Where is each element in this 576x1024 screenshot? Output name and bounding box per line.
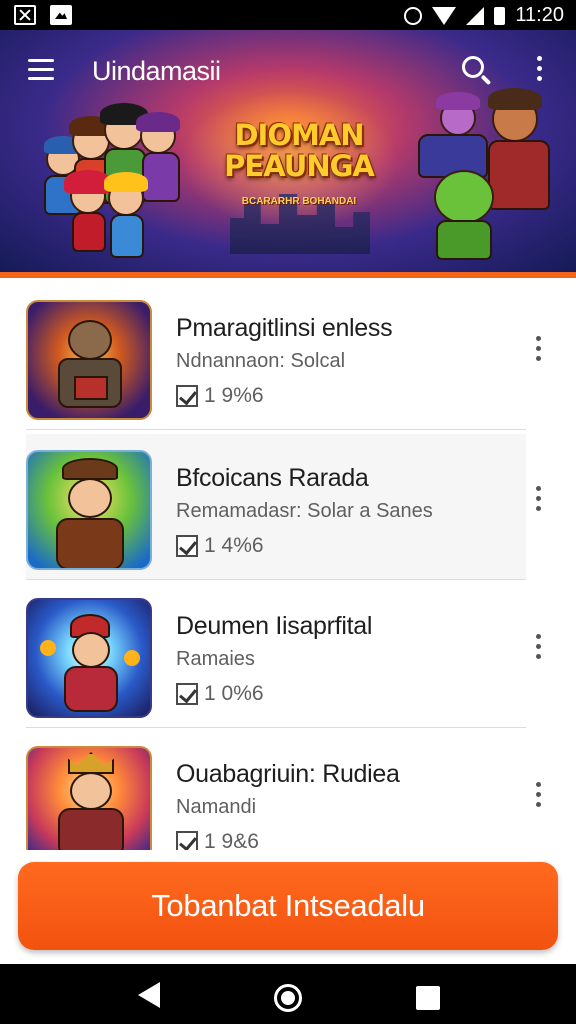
list-item-count: 1 4%6 [176, 534, 264, 558]
game-thumbnail [26, 746, 152, 850]
list-item-subtitle: Ramaies [176, 648, 255, 670]
search-button[interactable] [460, 54, 492, 86]
list-item-title: Deumen Iisaprfital [176, 612, 373, 640]
list-item-menu-button[interactable] [531, 634, 545, 670]
status-bar: 11:20 [0, 0, 576, 30]
game-thumbnail [26, 300, 152, 420]
recents-icon[interactable] [416, 986, 440, 1010]
list-item-count-value: 1 9%6 [204, 384, 264, 407]
list-item[interactable]: Bfcoicans Rarada Remamadasr: Solar a San… [26, 434, 541, 580]
more-vertical-icon [531, 336, 545, 361]
notification-x-icon [14, 5, 36, 25]
back-icon[interactable] [138, 982, 160, 1008]
list-item-count: 1 9%6 [176, 384, 264, 408]
game-thumbnail [26, 450, 152, 570]
list-item-title: Pmaragitlinsi enless [176, 314, 393, 342]
image-icon [50, 5, 72, 25]
signal-icon [466, 6, 485, 25]
list-item-subtitle: Namandi [176, 796, 257, 818]
home-icon[interactable] [274, 984, 302, 1012]
system-navigation-bar [0, 964, 576, 1024]
header-overflow-menu-button[interactable] [532, 56, 546, 86]
list-item-count: 1 0%6 [176, 682, 264, 706]
more-vertical-icon [532, 56, 546, 81]
header-banner[interactable]: Uindamasii DIOMAN PEAUNGA BCARARHR BOHAN… [0, 30, 576, 274]
list-item-menu-button[interactable] [531, 486, 545, 522]
checkbox-icon [176, 831, 198, 850]
list-item[interactable]: Pmaragitlinsi enless Ndnannaon: Solcal 1… [26, 284, 541, 430]
list-item-count: 1 9&6 [176, 830, 259, 850]
checkbox-icon [176, 535, 198, 557]
checkbox-icon [176, 683, 198, 705]
battery-icon [494, 6, 506, 25]
app-title: Uindamasii [92, 56, 221, 86]
list-item[interactable]: Ouabagriuin: Rudiea Namandi 1 9&6 [26, 730, 541, 850]
list-item-menu-button[interactable] [531, 336, 545, 372]
primary-action-button[interactable]: Tobanbat Intseadalu [18, 862, 558, 950]
game-list[interactable]: Pmaragitlinsi enless Ndnannaon: Solcal 1… [0, 284, 576, 850]
game-thumbnail [26, 598, 152, 718]
banner-subtitle: BCARARHR BOHANDAI [241, 196, 357, 207]
list-item-title: Ouabagriuin: Rudiea [176, 760, 400, 788]
list-item-title: Bfcoicans Rarada [176, 464, 369, 492]
hamburger-menu-icon [28, 59, 54, 62]
more-vertical-icon [531, 782, 545, 807]
wifi-icon [432, 6, 457, 25]
more-vertical-icon [531, 634, 545, 659]
list-item-subtitle: Remamadasr: Solar a Sanes [176, 500, 433, 522]
status-time: 11:20 [515, 4, 564, 26]
list-item-count-value: 1 4%6 [204, 534, 264, 557]
more-vertical-icon [531, 486, 545, 511]
list-item-count-value: 1 9&6 [204, 830, 259, 850]
list-item-count-value: 1 0%6 [204, 682, 264, 705]
banner-accent-divider [0, 272, 576, 278]
list-item-subtitle: Ndnannaon: Solcal [176, 350, 346, 372]
search-icon [462, 56, 484, 78]
checkbox-icon [176, 385, 198, 407]
list-item-menu-button[interactable] [531, 782, 545, 818]
list-item[interactable]: Deumen Iisaprfital Ramaies 1 0%6 [26, 582, 541, 728]
alarm-icon [404, 6, 423, 25]
menu-button[interactable] [28, 59, 54, 81]
banner-title: DIOMAN PEAUNGA [224, 118, 375, 183]
